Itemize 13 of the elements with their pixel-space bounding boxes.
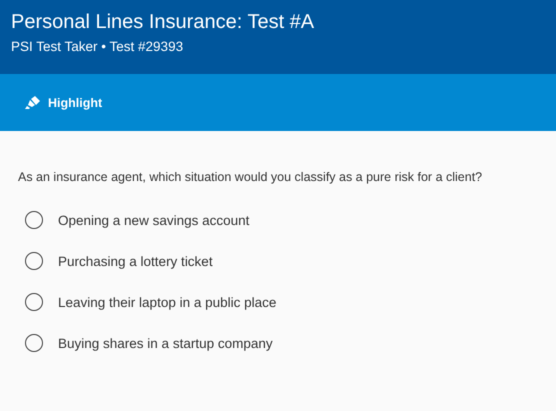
test-subtitle: PSI Test Taker • Test #29393	[11, 38, 184, 56]
option-label[interactable]: Purchasing a lottery ticket	[58, 254, 213, 268]
radio-button[interactable]	[25, 211, 43, 229]
test-title: Personal Lines Insurance: Test #A	[11, 10, 316, 35]
option-label[interactable]: Buying shares in a startup company	[58, 336, 273, 350]
option-label[interactable]: Opening a new savings account	[58, 212, 250, 228]
radio-button[interactable]	[25, 252, 43, 270]
question-text: As an insurance agent, which situation would you classify as a pure risk for a client?	[18, 169, 484, 185]
radio-button[interactable]	[25, 293, 43, 311]
highlight-button[interactable]: Highlight	[25, 96, 102, 110]
radio-button[interactable]	[25, 334, 43, 352]
option-label[interactable]: Leaving their laptop in a public place	[58, 294, 276, 310]
marker-icon	[25, 96, 40, 109]
